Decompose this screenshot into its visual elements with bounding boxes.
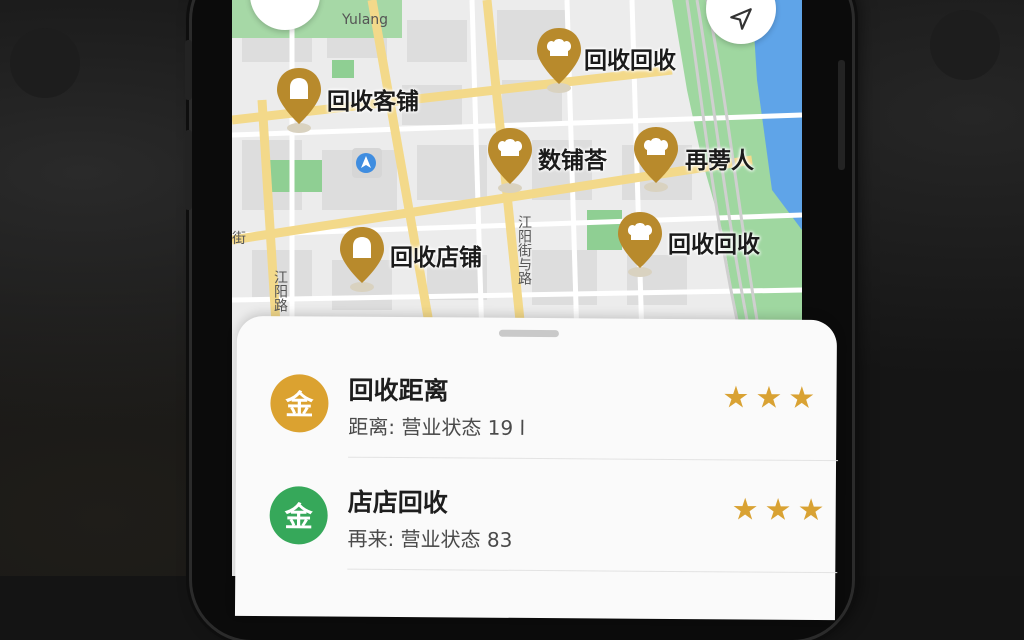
list-item-title: 回收距离 — [348, 375, 449, 406]
hat-icon — [634, 127, 678, 192]
power-button — [838, 60, 845, 170]
star-icon: ★ — [797, 492, 825, 529]
bell-icon — [277, 68, 321, 133]
street-label: 江阳街与路 — [516, 215, 532, 285]
list-item-subtitle: 再来: 营业状态 83 — [347, 526, 513, 552]
list-item[interactable]: 金 店店回收 再来: 营业状态 83 ★ ★ ★ — [265, 486, 826, 590]
background-pin-blur — [10, 28, 80, 98]
list-item-subtitle: 距离: 营业状态 19 l — [348, 414, 526, 440]
list-item[interactable]: 金 回收距离 距离: 营业状态 19 l ★ ★ ★ — [266, 374, 827, 478]
navigation-arrow-icon — [728, 6, 754, 36]
map-marker[interactable] — [535, 26, 583, 104]
map-marker[interactable] — [632, 125, 680, 203]
street-label: 街 — [232, 231, 246, 247]
volume-button — [185, 130, 192, 210]
map-marker[interactable] — [275, 66, 323, 144]
map-marker[interactable] — [338, 225, 386, 303]
gold-badge-icon: 金 — [270, 374, 329, 433]
street-label: 江阳路 — [272, 270, 288, 312]
marker-label: 回收店铺 — [390, 245, 482, 271]
star-icon: ★ — [731, 492, 759, 528]
rating-stars: ★ ★ ★ — [722, 380, 816, 416]
hat-icon — [618, 212, 662, 277]
sheet-drag-handle[interactable] — [498, 329, 559, 338]
volume-button — [185, 40, 192, 100]
star-icon: ★ — [788, 380, 816, 416]
background-pin-blur — [930, 10, 1000, 80]
map-marker[interactable] — [486, 126, 534, 204]
hat-icon — [537, 28, 581, 93]
gold-badge-icon: 金 — [269, 486, 328, 545]
marker-label: 数铺荅 — [538, 148, 607, 174]
marker-label: 再蒡人 — [685, 148, 754, 174]
hat-icon — [488, 128, 532, 193]
star-icon: ★ — [764, 492, 792, 528]
rating-stars: ★ ★ ★ — [731, 492, 825, 529]
park-area — [332, 60, 354, 78]
bottom-sheet[interactable]: 金 回收距离 距离: 营业状态 19 l ★ ★ ★ 金 店店回收 再来: 营业… — [234, 315, 839, 621]
marker-label: 回收客铺 — [327, 89, 419, 115]
bell-icon — [340, 227, 384, 292]
marker-label: 回收回收 — [584, 48, 676, 74]
marker-label: 回收回收 — [668, 232, 760, 258]
street-label: Yulang — [342, 12, 389, 28]
list-item-title: 店店回收 — [347, 487, 448, 518]
map-marker[interactable] — [616, 210, 664, 288]
star-icon: ★ — [755, 380, 783, 416]
star-icon: ★ — [722, 380, 750, 416]
